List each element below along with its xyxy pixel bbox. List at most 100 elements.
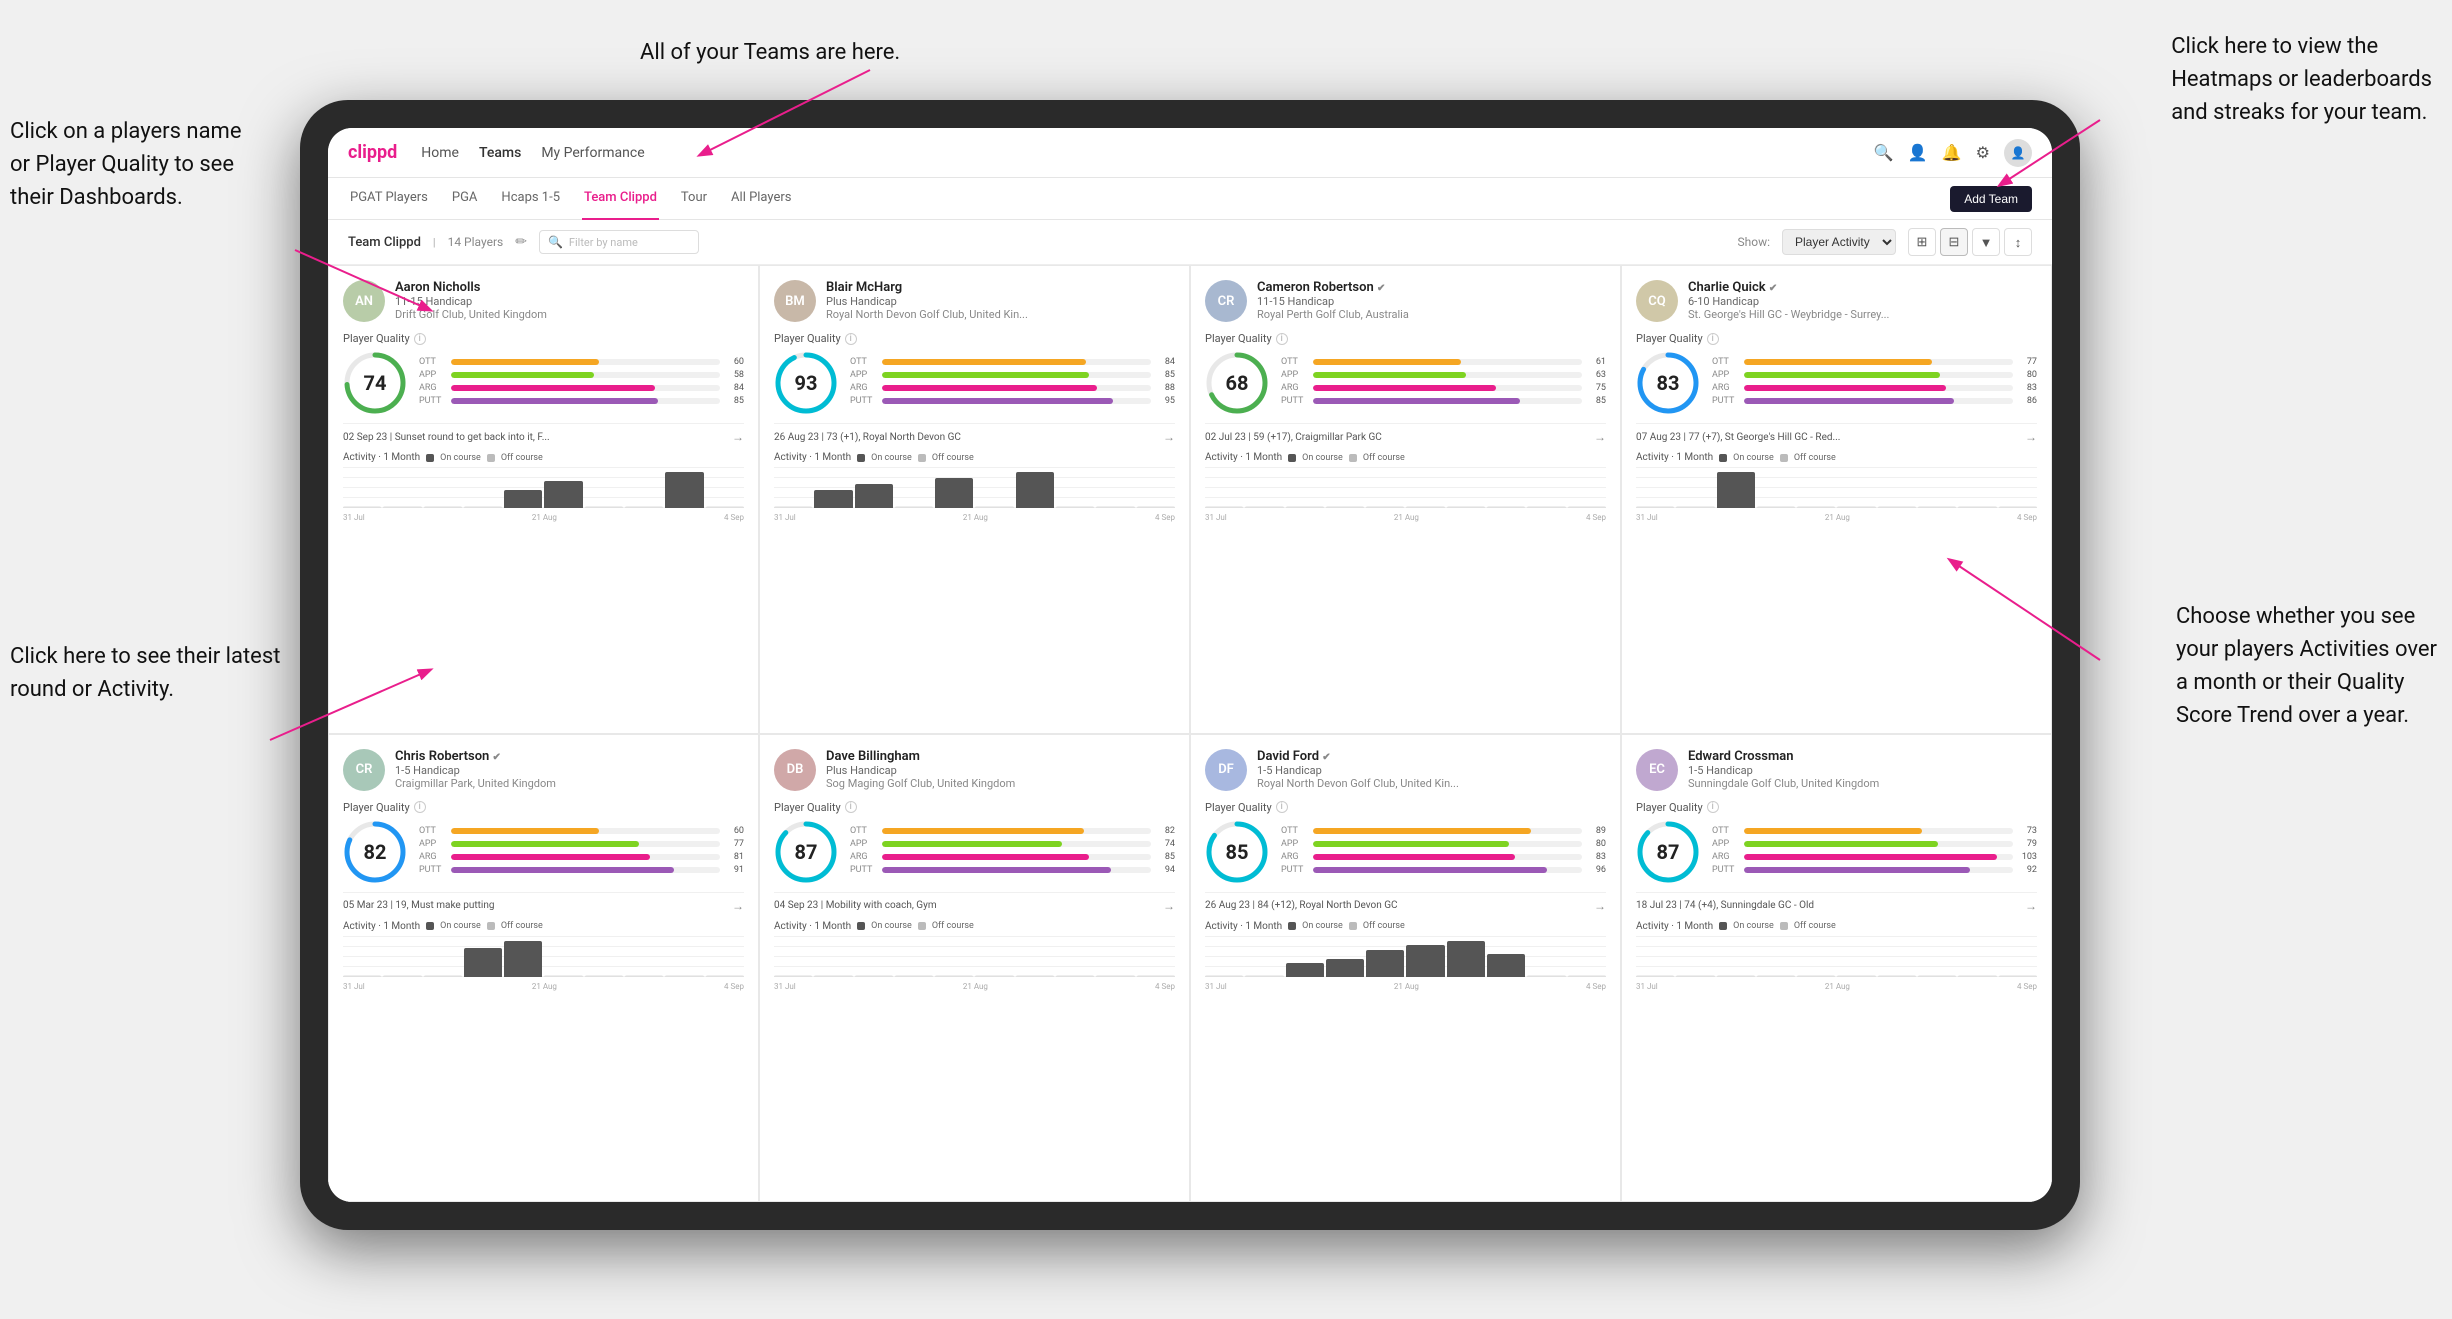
quality-circle[interactable]: 87 [774, 820, 838, 884]
player-card[interactable]: DF David Ford ✔ 1-5 Handicap Royal North… [1190, 734, 1621, 1203]
mini-chart: 31 Jul 21 Aug 4 Sep [774, 467, 1175, 522]
chart-bars-container [774, 467, 1175, 508]
quality-circle[interactable]: 87 [1636, 820, 1700, 884]
quality-circle[interactable]: 68 [1205, 351, 1269, 415]
show-select[interactable]: Player Activity [1782, 229, 1896, 255]
quality-number: 83 [1657, 371, 1680, 395]
quality-circle[interactable]: 85 [1205, 820, 1269, 884]
chart-label-mid: 21 Aug [532, 982, 557, 991]
quality-circle[interactable]: 82 [343, 820, 407, 884]
sub-nav-team-clippd[interactable]: Team Clippd [582, 178, 659, 220]
latest-round[interactable]: 07 Aug 23 | 77 (+7), St George's Hill GC… [1636, 423, 2037, 444]
stat-row: PUTT 94 [850, 865, 1175, 875]
stat-row: APP 80 [1281, 839, 1606, 849]
player-card[interactable]: DB Dave Billingham Plus Handicap Sog Mag… [759, 734, 1190, 1203]
player-handicap: 11-15 Handicap [1257, 295, 1606, 308]
player-name[interactable]: Aaron Nicholls [395, 280, 744, 295]
settings-icon[interactable]: ⚙ [1976, 143, 1990, 162]
round-arrow: → [1163, 430, 1175, 444]
player-handicap: 1-5 Handicap [1688, 764, 2037, 777]
sub-nav-all-players[interactable]: All Players [729, 178, 793, 220]
stat-bar [451, 398, 658, 404]
player-card[interactable]: CQ Charlie Quick ✔ 6-10 Handicap St. Geo… [1621, 265, 2052, 734]
edit-team-icon[interactable]: ✏ [515, 234, 527, 250]
stat-bar [882, 854, 1089, 860]
player-name[interactable]: David Ford ✔ [1257, 749, 1606, 764]
stat-name: PUTT [1712, 865, 1740, 875]
stat-row: OTT 60 [419, 826, 744, 836]
player-avatar: CR [343, 749, 385, 791]
latest-round[interactable]: 26 Aug 23 | 73 (+1), Royal North Devon G… [774, 423, 1175, 444]
player-card[interactable]: EC Edward Crossman 1-5 Handicap Sunningd… [1621, 734, 2052, 1203]
view-sort-btn[interactable]: ↕ [2004, 228, 2032, 256]
stat-name: ARG [1281, 383, 1309, 393]
activity-section: Activity · 1 Month On course Off course … [774, 452, 1175, 522]
profile-icon[interactable]: 👤 [1908, 143, 1928, 162]
stat-value: 74 [1155, 839, 1175, 849]
sub-nav-pga[interactable]: PGA [450, 178, 480, 220]
player-name[interactable]: Charlie Quick ✔ [1688, 280, 2037, 295]
player-club: Royal Perth Golf Club, Australia [1257, 308, 1606, 321]
add-team-button[interactable]: Add Team [1950, 186, 2032, 212]
off-course-label: Off course [932, 453, 974, 463]
player-name[interactable]: Cameron Robertson ✔ [1257, 280, 1606, 295]
stat-row: APP 85 [850, 370, 1175, 380]
sub-nav-pgat[interactable]: PGAT Players [348, 178, 430, 220]
sub-nav-tour[interactable]: Tour [679, 178, 709, 220]
stat-value: 84 [1155, 357, 1175, 367]
activity-section: Activity · 1 Month On course Off course … [1205, 921, 1606, 991]
player-header: BM Blair McHarg Plus Handicap Royal Nort… [774, 280, 1175, 322]
stat-row: PUTT 85 [1281, 396, 1606, 406]
player-card[interactable]: BM Blair McHarg Plus Handicap Royal Nort… [759, 265, 1190, 734]
on-course-legend [1288, 922, 1296, 930]
latest-round[interactable]: 04 Sep 23 | Mobility with coach, Gym → [774, 892, 1175, 913]
stat-value: 94 [1155, 865, 1175, 875]
latest-round[interactable]: 02 Jul 23 | 59 (+17), Craigmillar Park G… [1205, 423, 1606, 444]
stat-bar-wrap [882, 854, 1151, 860]
search-box[interactable]: 🔍 Filter by name [539, 230, 699, 254]
quality-circle[interactable]: 83 [1636, 351, 1700, 415]
app-logo[interactable]: clippd [348, 142, 397, 163]
user-avatar[interactable]: 👤 [2004, 139, 2032, 167]
player-card[interactable]: CR Chris Robertson ✔ 1-5 Handicap Craigm… [328, 734, 759, 1203]
player-name[interactable]: Chris Robertson ✔ [395, 749, 744, 764]
nav-home[interactable]: Home [421, 141, 459, 165]
quality-circle[interactable]: 93 [774, 351, 838, 415]
bell-icon[interactable]: 🔔 [1942, 143, 1962, 162]
nav-teams[interactable]: Teams [479, 141, 521, 165]
annotation-latest-round: Click here to see their latestround or A… [10, 640, 280, 706]
view-filter-btn[interactable]: ▼ [1972, 228, 2000, 256]
player-card[interactable]: AN Aaron Nicholls 11-15 Handicap Drift G… [328, 265, 759, 734]
player-name[interactable]: Dave Billingham [826, 749, 1175, 764]
latest-round[interactable]: 26 Aug 23 | 84 (+12), Royal North Devon … [1205, 892, 1606, 913]
search-icon[interactable]: 🔍 [1874, 143, 1894, 162]
nav-links: Home Teams My Performance [421, 141, 644, 165]
off-course-legend [1349, 454, 1357, 462]
on-course-label: On course [1302, 453, 1343, 463]
player-name[interactable]: Blair McHarg [826, 280, 1175, 295]
on-course-label: On course [1302, 921, 1343, 931]
quality-section: 93 OTT 84 APP 85 ARG 88 PUTT [774, 351, 1175, 415]
chart-label-end: 4 Sep [2017, 982, 2037, 991]
player-card[interactable]: CR Cameron Robertson ✔ 11-15 Handicap Ro… [1190, 265, 1621, 734]
latest-round[interactable]: 02 Sep 23 | Sunset round to get back int… [343, 423, 744, 444]
nav-my-performance[interactable]: My Performance [541, 141, 644, 165]
quality-label: Player Quality i [774, 801, 1175, 814]
chart-label-start: 31 Jul [343, 982, 365, 991]
latest-round[interactable]: 18 Jul 23 | 74 (+4), Sunningdale GC - Ol… [1636, 892, 2037, 913]
chart-label-mid: 21 Aug [1394, 982, 1419, 991]
quality-circle[interactable]: 74 [343, 351, 407, 415]
sub-nav-hcaps[interactable]: Hcaps 1-5 [499, 178, 562, 220]
off-course-label: Off course [501, 921, 543, 931]
stat-value: 86 [2017, 396, 2037, 406]
latest-round[interactable]: 05 Mar 23 | 19, Must make putting → [343, 892, 744, 913]
players-grid: AN Aaron Nicholls 11-15 Handicap Drift G… [328, 265, 2052, 1202]
stat-bar [1744, 398, 1954, 404]
view-list-btn[interactable]: ⊟ [1940, 228, 1968, 256]
annotation-teams: All of your Teams are here. [640, 38, 900, 69]
stat-bar-wrap [882, 385, 1151, 391]
stat-bar [1744, 854, 1997, 860]
stat-value: 80 [2017, 370, 2037, 380]
player-name[interactable]: Edward Crossman [1688, 749, 2037, 764]
view-grid-btn[interactable]: ⊞ [1908, 228, 1936, 256]
